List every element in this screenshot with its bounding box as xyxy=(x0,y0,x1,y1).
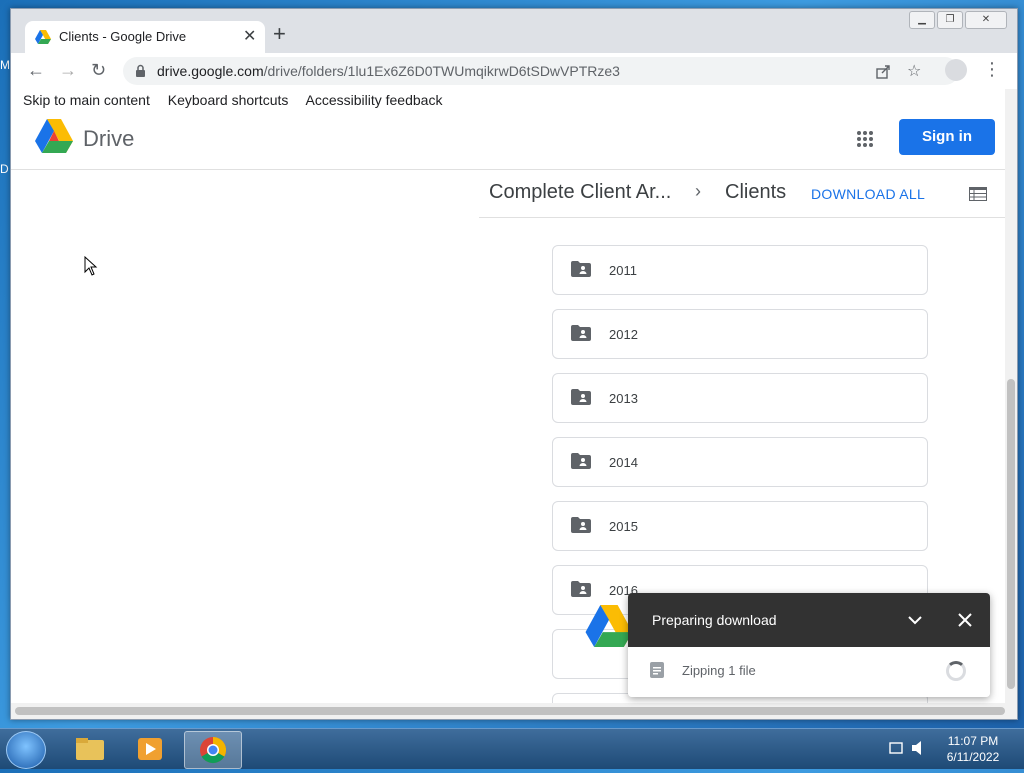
folder-item-2014[interactable]: 2014 xyxy=(552,437,928,487)
lock-icon xyxy=(136,64,145,77)
chrome-icon xyxy=(200,736,227,764)
desktop-icon-label: D xyxy=(0,162,9,176)
breadcrumb: Complete Client Ar... › Clients DOWNLOAD… xyxy=(479,171,1005,218)
desktop-icon-label: M xyxy=(0,58,10,72)
new-tab-button[interactable]: + xyxy=(273,23,286,45)
folder-name: 2012 xyxy=(609,327,638,342)
folder-icon xyxy=(76,738,104,760)
list-view-icon[interactable] xyxy=(969,187,987,201)
folder-name: 2014 xyxy=(609,455,638,470)
drive-brand-text: Drive xyxy=(83,126,135,151)
breadcrumb-current: Clients xyxy=(725,181,787,203)
minimize-button[interactable]: ▁ xyxy=(909,11,935,29)
taskbar-clock[interactable]: 11:07 PM 6/11/2022 xyxy=(940,733,1006,765)
restore-button[interactable]: ❐ xyxy=(937,11,963,29)
url-text: drive.google.com/drive/folders/1lu1Ex6Z6… xyxy=(157,63,620,79)
clock-time: 11:07 PM xyxy=(947,734,999,748)
chevron-down-icon[interactable] xyxy=(906,611,924,629)
folder-item-2011[interactable]: 2011 xyxy=(552,245,928,295)
breadcrumb-parent[interactable]: Complete Client Ar... xyxy=(489,181,671,204)
chrome-taskbar-button[interactable] xyxy=(184,731,242,769)
download-panel-title: Preparing download xyxy=(652,612,777,628)
document-icon xyxy=(650,662,664,678)
skip-links: Skip to main content Keyboard shortcuts … xyxy=(23,92,456,108)
browser-menu-icon[interactable]: ⋮ xyxy=(983,59,1001,79)
download-panel-header: Preparing download xyxy=(628,593,990,647)
drive-header: Drive Sign in xyxy=(11,113,1005,170)
drive-logo-icon xyxy=(585,605,633,647)
shared-folder-icon xyxy=(571,389,591,405)
clock-date: 6/11/2022 xyxy=(946,750,1000,764)
mouse-cursor-icon xyxy=(84,256,98,276)
tab-clients[interactable]: Clients - Google Drive ✕ xyxy=(25,21,265,53)
close-window-button[interactable]: ✕ xyxy=(965,11,1007,29)
network-icon xyxy=(889,742,903,754)
folder-item-2015[interactable]: 2015 xyxy=(552,501,928,551)
accessibility-feedback-link[interactable]: Accessibility feedback xyxy=(306,92,443,108)
volume-icon xyxy=(912,741,921,755)
folder-name: 2011 xyxy=(609,263,637,278)
media-player-icon xyxy=(138,738,162,760)
tab-strip: Clients - Google Drive ✕ + ▁ ❐ ✕ xyxy=(11,9,1017,53)
apps-grid-icon[interactable] xyxy=(857,131,873,147)
shared-folder-icon xyxy=(571,581,591,597)
reload-icon[interactable]: ↻ xyxy=(91,60,106,80)
download-item: Zipping 1 file xyxy=(628,647,990,697)
taskbar: 11:07 PM 6/11/2022 xyxy=(0,728,1024,769)
keyboard-shortcuts-link[interactable]: Keyboard shortcuts xyxy=(168,92,289,108)
browser-toolbar: ← → ↻ drive.google.com/drive/folders/1lu… xyxy=(11,53,1017,89)
chevron-right-icon: › xyxy=(695,181,701,201)
tab-close-icon[interactable]: ✕ xyxy=(243,26,256,46)
skip-to-main-link[interactable]: Skip to main content xyxy=(23,92,150,108)
download-panel: Preparing download Zipping 1 file xyxy=(628,593,990,697)
download-all-button[interactable]: DOWNLOAD ALL xyxy=(811,186,925,202)
tab-title: Clients - Google Drive xyxy=(59,29,187,44)
folder-name: 2013 xyxy=(609,391,638,406)
address-bar[interactable]: drive.google.com/drive/folders/1lu1Ex6Z6… xyxy=(123,57,959,85)
back-icon[interactable]: ← xyxy=(27,60,45,80)
folder-item-2012[interactable]: 2012 xyxy=(552,309,928,359)
vertical-scrollbar[interactable] xyxy=(1005,89,1017,703)
close-icon[interactable] xyxy=(956,611,974,629)
download-status: Zipping 1 file xyxy=(682,663,756,678)
url-host: drive.google.com xyxy=(157,63,264,79)
shared-folder-icon xyxy=(571,261,591,277)
sign-in-button[interactable]: Sign in xyxy=(899,119,995,155)
loading-spinner-icon xyxy=(946,661,966,681)
window-controls: ▁ ❐ ✕ xyxy=(909,11,1007,29)
profile-avatar-icon[interactable] xyxy=(945,59,967,81)
shared-folder-icon xyxy=(571,453,591,469)
system-tray xyxy=(882,733,930,768)
url-path: /drive/folders/1lu1Ex6Z6D0TWUmqikrwD6tSD… xyxy=(263,63,620,79)
start-button[interactable] xyxy=(6,731,46,769)
tray-icons xyxy=(889,741,921,755)
shared-folder-icon xyxy=(571,325,591,341)
file-explorer-taskbar-button[interactable] xyxy=(62,731,118,767)
bookmark-star-icon[interactable]: ☆ xyxy=(907,61,921,81)
folder-name: 2015 xyxy=(609,519,638,534)
horizontal-scrollbar[interactable] xyxy=(11,703,1017,719)
shared-folder-icon xyxy=(571,517,591,533)
forward-icon[interactable]: → xyxy=(59,60,77,80)
scrollbar-thumb[interactable] xyxy=(15,707,1005,715)
scrollbar-thumb[interactable] xyxy=(1007,379,1015,689)
media-player-taskbar-button[interactable] xyxy=(122,731,178,767)
folder-item-2013[interactable]: 2013 xyxy=(552,373,928,423)
drive-favicon-icon xyxy=(35,30,51,44)
drive-logo-icon[interactable] xyxy=(35,119,73,153)
share-icon[interactable] xyxy=(875,64,891,80)
